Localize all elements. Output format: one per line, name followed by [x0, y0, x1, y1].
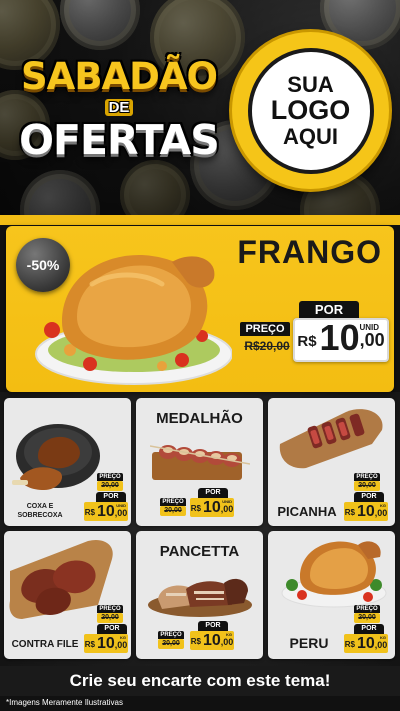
preco-label: PREÇO	[97, 605, 123, 613]
discount-badge: -50%	[16, 238, 70, 292]
old-price: 20,00	[358, 482, 376, 489]
promo-title: SABADÃO DE OFERTAS	[10, 58, 228, 206]
featured-price-decimal: ,00	[359, 330, 385, 350]
picanha-steak-image	[279, 409, 383, 469]
product-card: PREÇO 20,00 POR R$ 10 ,00 KG CONTRA FILE	[4, 531, 131, 659]
product-name: PICANHA	[277, 504, 337, 519]
product-card: MEDALHÃO PREÇO 20,00 POR R$ 10 ,00 UNID	[136, 398, 263, 526]
product-card: COXA E SOBRECOXA PREÇO 20,00 POR R$ 10 ,…	[4, 398, 131, 526]
price-decimal: ,00	[114, 508, 128, 518]
featured-price-integer: 10	[319, 317, 360, 358]
disclaimer-text: *Imagens Meramente Ilustrativas	[6, 698, 123, 707]
product-price: R$ 10 ,00 KG	[344, 634, 388, 653]
promo-title-line1: SABADÃO	[21, 55, 218, 98]
price-integer: 10	[356, 635, 375, 652]
price-decimal: ,00	[114, 640, 128, 650]
preco-label: PREÇO	[160, 498, 186, 506]
por-label: POR	[354, 492, 384, 502]
featured-old-price: R$20,00	[244, 339, 290, 353]
featured-preco-label: PREÇO	[240, 322, 290, 336]
featured-por-label: POR	[299, 301, 359, 318]
price-unit: KG	[380, 635, 386, 640]
price-currency: R$	[84, 640, 95, 649]
price-decimal: ,00	[220, 637, 234, 647]
pancetta-image	[148, 578, 252, 617]
product-name-line1: COXA E	[26, 503, 54, 510]
accent-band	[0, 215, 400, 225]
price-currency: R$	[190, 637, 201, 646]
featured-price: R$ 10 ,00 UNID	[293, 318, 389, 362]
medallion-skewers-image	[150, 445, 250, 480]
roast-turkey-image	[281, 541, 387, 608]
product-price: R$ 10 ,00 KG	[344, 502, 388, 521]
por-label: POR	[354, 624, 384, 634]
price-integer: 10	[202, 632, 221, 649]
price-integer: 10	[96, 503, 115, 520]
por-label: POR	[97, 624, 127, 634]
preco-label: PREÇO	[354, 473, 380, 481]
product-price: R$ 10 ,00 KG	[190, 631, 234, 650]
product-price: R$ 10 ,00 KG	[84, 634, 128, 653]
featured-product-name: FRANGO	[237, 234, 382, 270]
price-currency: R$	[190, 504, 201, 513]
cta-banner[interactable]: Crie seu encarte com este tema!	[0, 666, 400, 696]
product-card: PREÇO 20,00 POR R$ 10 ,00 KG PERU	[268, 531, 395, 659]
price-unit: KG	[226, 632, 232, 637]
old-price: 20,00	[101, 614, 119, 621]
price-integer: 10	[202, 499, 221, 516]
featured-price-unit: UNID	[359, 323, 379, 332]
product-name-line2: SOBRECOXA	[17, 512, 63, 519]
price-currency: R$	[344, 640, 355, 649]
preco-label: PREÇO	[97, 473, 123, 481]
por-label: POR	[198, 488, 228, 498]
price-currency: R$	[84, 508, 95, 517]
logo-text-line1: SUA	[287, 72, 334, 98]
price-unit: KG	[120, 635, 126, 640]
por-label: POR	[198, 621, 228, 631]
logo-text-line2: LOGO	[270, 95, 351, 126]
price-decimal: ,00	[374, 508, 388, 518]
product-price: R$ 10 ,00 UNID	[190, 498, 234, 517]
preco-label: PREÇO	[158, 631, 184, 639]
price-decimal: ,00	[220, 504, 234, 514]
por-label: POR	[96, 492, 126, 502]
old-price: 20,00	[358, 614, 376, 621]
old-price: 20,00	[164, 507, 182, 514]
price-unit: KG	[380, 503, 386, 508]
preco-label: PREÇO	[354, 605, 380, 613]
price-decimal: ,00	[374, 640, 388, 650]
price-integer: 10	[96, 635, 115, 652]
old-price: 20,00	[101, 482, 119, 489]
logo-text-line3: AQUI	[283, 123, 338, 149]
header-banner: SABADÃO DE OFERTAS SUA LOGO AQUI	[0, 0, 400, 222]
product-card: PREÇO 20,00 POR R$ 10 ,00 KG PICANHA	[268, 398, 395, 526]
featured-product-card: -50% FRANGO PREÇO R$20,00 POR R$ 10 ,00 …	[6, 226, 394, 392]
old-price: 20,00	[162, 640, 180, 647]
product-name: PERU	[289, 635, 329, 651]
product-price: R$ 10 ,00 UNID	[84, 502, 128, 521]
product-card: PANCETTA PREÇO 20,00 POR R$ 10 ,00 KG	[136, 531, 263, 659]
featured-price-currency: R$	[297, 333, 317, 350]
product-name: CONTRA FILE	[11, 639, 79, 650]
product-name: PANCETTA	[159, 543, 240, 560]
price-unit: UNID	[222, 499, 232, 504]
product-name: MEDALHÃO	[156, 410, 243, 427]
price-currency: R$	[344, 508, 355, 517]
promo-title-line3: OFERTAS	[19, 116, 220, 164]
chicken-thigh-image	[12, 424, 100, 490]
logo-placeholder: SUA LOGO AQUI	[232, 32, 389, 189]
promo-title-line2: DE	[104, 99, 134, 116]
price-unit: UNID	[116, 503, 126, 508]
price-integer: 10	[356, 503, 375, 520]
